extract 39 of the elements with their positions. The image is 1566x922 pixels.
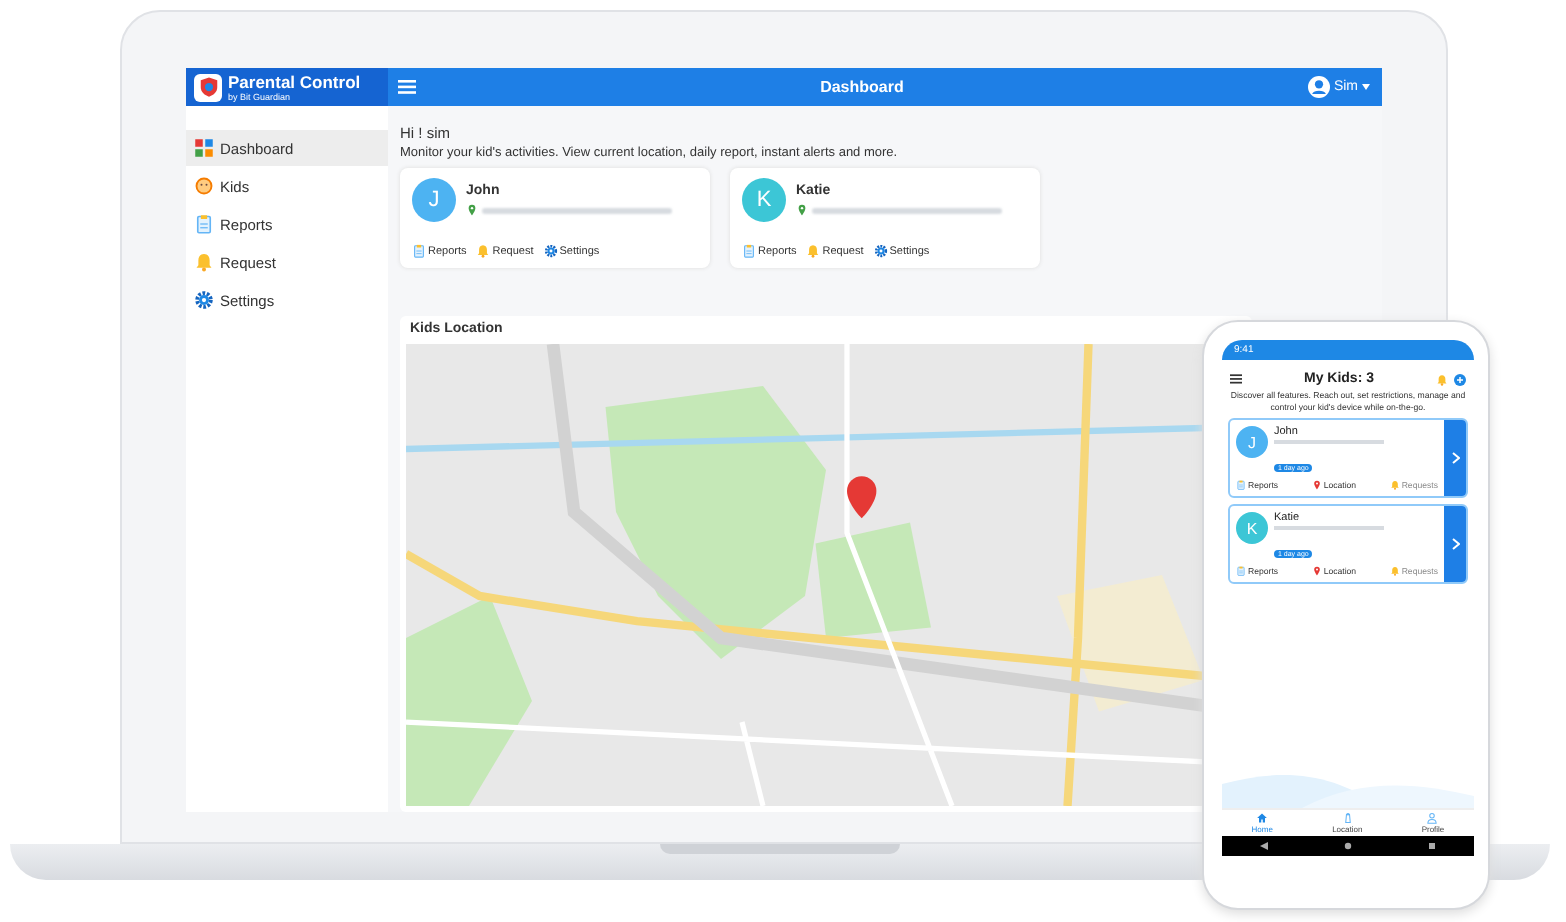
chevron-icon <box>1451 452 1459 464</box>
avatar: J <box>412 178 456 222</box>
logo-title: Parental Control <box>228 73 361 91</box>
bell-icon <box>476 244 491 258</box>
clipboard-icon <box>194 214 214 234</box>
menu-icon[interactable] <box>1230 374 1242 384</box>
avatar-icon <box>1307 76 1330 98</box>
person-icon <box>1426 812 1439 824</box>
clipboard-icon <box>412 244 426 258</box>
pin-icon <box>1311 480 1322 490</box>
add-icon[interactable] <box>1454 373 1466 385</box>
bell-icon <box>806 244 821 258</box>
settings-icon <box>194 290 214 310</box>
home-icon <box>1256 812 1269 824</box>
pin-icon <box>1311 566 1322 576</box>
open-button[interactable] <box>1444 506 1466 582</box>
caret-icon[interactable] <box>1362 84 1370 90</box>
square-icon[interactable] <box>1428 842 1436 850</box>
bell-icon <box>1389 566 1400 576</box>
shield-icon <box>197 76 219 98</box>
page-title: Dashboard <box>818 78 906 96</box>
avatar: K <box>742 178 786 222</box>
settings-icon <box>543 244 558 258</box>
tower-icon <box>1341 812 1354 824</box>
avatar: J <box>1236 426 1268 458</box>
clipboard-icon <box>742 244 756 258</box>
open-button[interactable] <box>1444 420 1466 496</box>
settings-icon <box>873 244 888 258</box>
grid-icon <box>194 138 214 158</box>
home-circle-icon[interactable] <box>1344 842 1352 850</box>
pin-icon <box>796 204 808 216</box>
clipboard-icon <box>1236 566 1246 576</box>
avatar: K <box>1236 512 1268 544</box>
clipboard-icon <box>1236 480 1246 490</box>
pin-icon <box>466 204 478 216</box>
bell-icon <box>194 252 214 272</box>
face-icon <box>194 176 214 196</box>
chevron-icon <box>1451 538 1459 550</box>
bell-icon <box>1389 480 1400 490</box>
